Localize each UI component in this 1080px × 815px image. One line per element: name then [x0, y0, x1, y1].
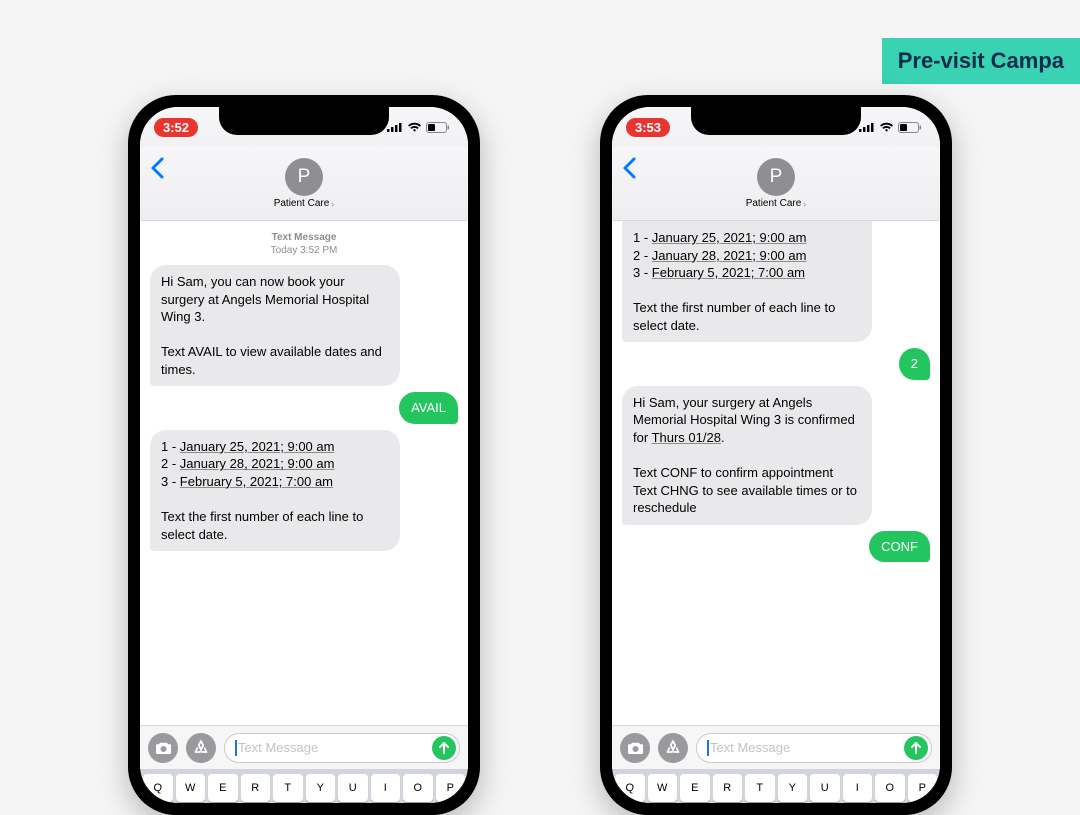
campaign-badge: Pre-visit Campa	[882, 38, 1080, 84]
contact-name-text: Patient Care	[746, 198, 802, 209]
status-icons	[859, 122, 922, 133]
message-incoming: Hi Sam, you can now book your surgery at…	[150, 265, 400, 386]
keyboard-key[interactable]: U	[810, 774, 840, 802]
message-outgoing: AVAIL	[399, 392, 458, 424]
keyboard-key[interactable]: W	[648, 774, 678, 802]
keyboard-key[interactable]: E	[680, 774, 710, 802]
input-caret	[235, 740, 237, 756]
phone-1-screen: 3:52 P	[140, 107, 468, 803]
chevron-right-icon: ›	[803, 199, 806, 209]
status-time: 3:53	[626, 118, 670, 137]
notch	[219, 107, 389, 135]
keyboard-key[interactable]: R	[713, 774, 743, 802]
wifi-icon	[407, 122, 422, 133]
timestamp-time: Today 3:52 PM	[271, 245, 338, 256]
message-outgoing: CONF	[869, 531, 930, 563]
keyboard-key[interactable]: I	[843, 774, 873, 802]
keyboard-key[interactable]: Y	[778, 774, 808, 802]
keyboard-key[interactable]: R	[241, 774, 271, 802]
message-incoming: 1 - January 25, 2021; 9:00 am2 - January…	[622, 221, 872, 342]
keyboard-key[interactable]: P	[436, 774, 466, 802]
keyboard-key[interactable]: Y	[306, 774, 336, 802]
keyboard-key[interactable]: I	[371, 774, 401, 802]
timestamp-label: Text Message	[150, 231, 458, 244]
phone-2-screen: 3:53 P	[612, 107, 940, 803]
keyboard-key[interactable]: P	[908, 774, 938, 802]
keyboard-key[interactable]: Q	[615, 774, 645, 802]
status-time: 3:52	[154, 118, 198, 137]
keyboard-row[interactable]: QWERTYUIOP	[140, 769, 468, 803]
message-input[interactable]: Text Message	[224, 733, 460, 763]
appstore-icon[interactable]	[186, 733, 216, 763]
avatar: P	[285, 158, 323, 196]
wifi-icon	[879, 122, 894, 133]
contact-name-text: Patient Care	[274, 198, 330, 209]
send-button[interactable]	[432, 736, 456, 760]
camera-icon[interactable]	[620, 733, 650, 763]
keyboard-key[interactable]: W	[176, 774, 206, 802]
status-icons	[387, 122, 450, 133]
nav-bar: P Patient Care ›	[140, 147, 468, 221]
message-incoming: 1 - January 25, 2021; 9:00 am2 - January…	[150, 430, 400, 551]
keyboard-key[interactable]: O	[403, 774, 433, 802]
messages-thread[interactable]: Text Message Today 3:52 PM Hi Sam, you c…	[140, 221, 468, 725]
contact-name: Patient Care ›	[746, 198, 807, 209]
contact-header[interactable]: P Patient Care ›	[274, 158, 335, 209]
message-input[interactable]: Text Message	[696, 733, 932, 763]
keyboard-key[interactable]: T	[273, 774, 303, 802]
signal-icon	[859, 122, 875, 132]
contact-name: Patient Care ›	[274, 198, 335, 209]
phones-row: 3:52 P	[0, 95, 1080, 815]
signal-icon	[387, 122, 403, 132]
camera-icon[interactable]	[148, 733, 178, 763]
phone-2: 3:53 P	[600, 95, 952, 815]
message-incoming: Hi Sam, your surgery at Angels Memorial …	[622, 386, 872, 525]
battery-icon	[426, 122, 450, 133]
send-button[interactable]	[904, 736, 928, 760]
battery-icon	[898, 122, 922, 133]
phone-1: 3:52 P	[128, 95, 480, 815]
keyboard-row[interactable]: QWERTYUIOP	[612, 769, 940, 803]
keyboard-key[interactable]: O	[875, 774, 905, 802]
input-caret	[707, 740, 709, 756]
compose-bar: Text Message	[612, 725, 940, 769]
keyboard-key[interactable]: U	[338, 774, 368, 802]
back-button[interactable]	[622, 157, 636, 184]
thread-timestamp: Text Message Today 3:52 PM	[150, 231, 458, 257]
nav-bar: P Patient Care ›	[612, 147, 940, 221]
contact-header[interactable]: P Patient Care ›	[746, 158, 807, 209]
input-placeholder: Text Message	[238, 740, 318, 755]
keyboard-key[interactable]: E	[208, 774, 238, 802]
keyboard-key[interactable]: Q	[143, 774, 173, 802]
compose-bar: Text Message	[140, 725, 468, 769]
keyboard-key[interactable]: T	[745, 774, 775, 802]
notch	[691, 107, 861, 135]
message-outgoing: 2	[899, 348, 930, 380]
input-placeholder: Text Message	[710, 740, 790, 755]
back-button[interactable]	[150, 157, 164, 184]
chevron-right-icon: ›	[331, 199, 334, 209]
appstore-icon[interactable]	[658, 733, 688, 763]
avatar: P	[757, 158, 795, 196]
messages-thread[interactable]: 1 - January 25, 2021; 9:00 am2 - January…	[612, 221, 940, 725]
